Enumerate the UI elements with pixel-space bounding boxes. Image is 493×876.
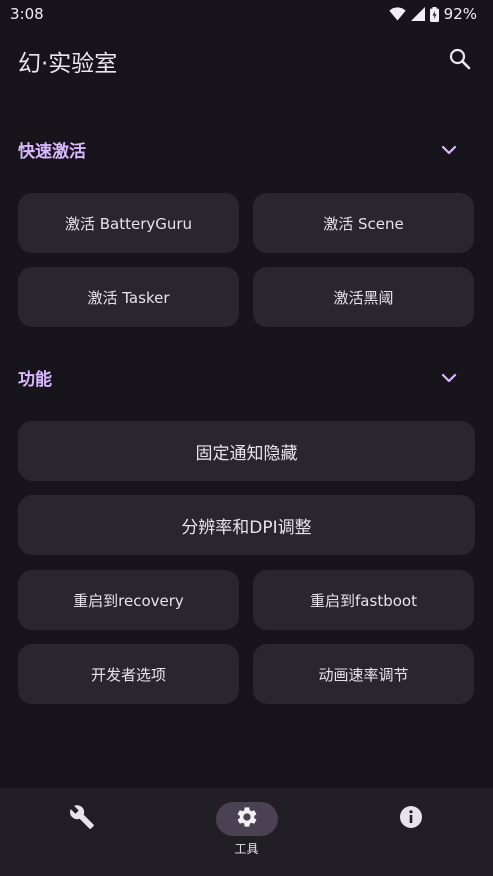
nav-indicator <box>380 802 442 836</box>
developer-options-button[interactable]: 开发者选项 <box>18 644 239 704</box>
info-icon <box>399 805 423 833</box>
nav-item-tools[interactable]: 工具 <box>164 788 329 876</box>
section-title-features: 功能 <box>18 369 52 390</box>
signal-icon <box>410 7 425 21</box>
button-label: 激活 Tasker <box>87 288 170 307</box>
reboot-fastboot-button[interactable]: 重启到fastboot <box>253 570 474 630</box>
section-features-header[interactable]: 功能 <box>0 362 493 392</box>
chevron-down-icon <box>441 368 457 387</box>
gear-icon <box>235 805 259 833</box>
search-icon <box>449 48 471 74</box>
status-icons: 92% <box>388 5 477 23</box>
activate-tasker-button[interactable]: 激活 Tasker <box>18 267 239 327</box>
button-label: 激活 Scene <box>323 214 404 233</box>
hide-fixed-notification-button[interactable]: 固定通知隐藏 <box>18 421 475 481</box>
activate-heiyu-button[interactable]: 激活黑阈 <box>253 267 474 327</box>
app-bar: 幻·实验室 <box>0 40 493 82</box>
wifi-icon <box>388 7 406 21</box>
button-label: 固定通知隐藏 <box>195 443 298 464</box>
nav-item-wrench[interactable] <box>0 788 164 876</box>
button-label: 重启到recovery <box>73 591 184 610</box>
button-label: 开发者选项 <box>90 665 166 684</box>
resolution-dpi-button[interactable]: 分辨率和DPI调整 <box>18 495 475 555</box>
activate-batteryguru-button[interactable]: 激活 BatteryGuru <box>18 193 239 253</box>
status-bar: 3:08 92% <box>0 0 493 28</box>
section-title-quick-activate: 快速激活 <box>18 141 86 162</box>
nav-item-info[interactable] <box>329 788 493 876</box>
nav-label-tools: 工具 <box>234 842 259 856</box>
section-quick-activate-header[interactable]: 快速激活 <box>0 134 493 164</box>
button-label: 激活 BatteryGuru <box>64 214 193 233</box>
wrench-icon <box>69 804 95 834</box>
nav-indicator <box>51 802 113 836</box>
chevron-down-icon <box>441 140 457 159</box>
animation-scale-button[interactable]: 动画速率调节 <box>253 644 474 704</box>
nav-indicator-active <box>215 802 278 836</box>
button-label: 分辨率和DPI调整 <box>181 517 312 538</box>
button-label: 动画速率调节 <box>318 665 409 684</box>
search-button[interactable] <box>445 46 475 76</box>
battery-percent: 92% <box>443 5 477 23</box>
button-label: 激活黑阈 <box>333 288 394 307</box>
button-label: 重启到fastboot <box>310 591 417 610</box>
app-title: 幻·实验室 <box>18 51 118 77</box>
activate-scene-button[interactable]: 激活 Scene <box>253 193 474 253</box>
bottom-navigation: 工具 <box>0 788 493 876</box>
reboot-recovery-button[interactable]: 重启到recovery <box>18 570 239 630</box>
battery-icon <box>429 6 439 22</box>
status-time: 3:08 <box>10 5 44 23</box>
